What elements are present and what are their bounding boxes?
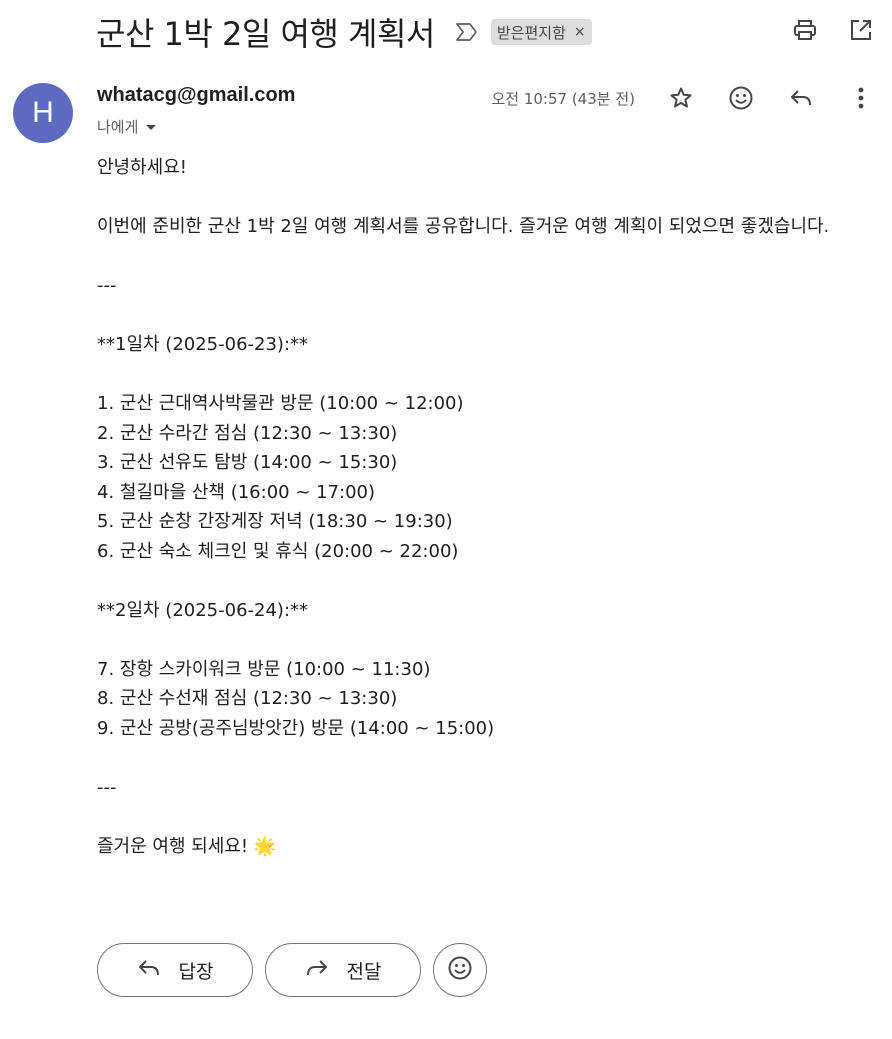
email-subject: 군산 1박 2일 여행 계획서 (96, 15, 435, 53)
day2-header: **2일차 (2025-06-24):** (97, 599, 309, 621)
forward-icon (305, 958, 329, 983)
more-vert-icon[interactable] (848, 85, 874, 111)
body-intro: 이번에 준비한 군산 1박 2일 여행 계획서를 공유합니다. 즐거운 여행 계… (97, 216, 830, 237)
star-icon[interactable] (668, 85, 694, 111)
list-item: 9. 군산 공방(공주님방앗간) 방문 (14:00 ~ 15:00) (97, 717, 495, 739)
label-chip-text: 받은편지함 (496, 23, 566, 42)
recipient-label: 나에게 (97, 118, 139, 136)
list-item: 6. 군산 숙소 체크인 및 휴식 (20:00 ~ 22:00) (97, 540, 459, 562)
body-greeting: 안녕하세요! (97, 157, 188, 178)
remove-label-button[interactable]: × (574, 24, 586, 40)
forward-button-label: 전달 (346, 960, 382, 983)
list-item: 5. 군산 순창 간장게장 저녁 (18:30 ~ 19:30) (97, 511, 453, 532)
list-item: 8. 군산 수선재 점심 (12:30 ~ 13:30) (97, 688, 398, 709)
open-in-new-window-icon[interactable] (848, 17, 874, 43)
reply-icon[interactable] (788, 85, 814, 111)
reply-icon (137, 958, 161, 983)
day1-header: **1일차 (2025-06-23):** (97, 334, 309, 355)
subject-row: 군산 1박 2일 여행 계획서 받은편지함 × (96, 8, 592, 56)
sender-email[interactable]: whatacg@gmail.com (97, 84, 295, 107)
recipient-details-toggle[interactable]: 나에게 (97, 116, 157, 137)
list-item: 3. 군산 선유도 탐방 (14:00 ~ 15:30) (97, 452, 398, 473)
body-divider: --- (97, 275, 117, 296)
list-item: 7. 장항 스카이워크 방문 (10:00 ~ 11:30) (97, 658, 431, 680)
body-divider: --- (97, 776, 117, 798)
emoji-reaction-icon (447, 955, 473, 985)
forward-button[interactable]: 전달 (265, 943, 421, 997)
reply-button-label: 답장 (178, 960, 214, 983)
important-marker-icon[interactable] (455, 20, 479, 44)
emoji-reaction-icon[interactable] (728, 85, 754, 111)
sender-avatar[interactable]: H (13, 83, 73, 143)
reply-button[interactable]: 답장 (97, 943, 253, 997)
print-icon[interactable] (792, 17, 818, 43)
list-item: 4. 철길마을 산책 (16:00 ~ 17:00) (97, 481, 376, 503)
thread-toolbar (792, 17, 874, 43)
emoji-reaction-button[interactable] (433, 943, 487, 997)
message-actions (668, 85, 874, 111)
list-item: 2. 군산 수라간 점심 (12:30 ~ 13:30) (97, 422, 398, 444)
reply-actions: 답장 전달 (97, 943, 487, 997)
list-item: 1. 군산 근대역사박물관 방문 (10:00 ~ 12:00) (97, 393, 464, 414)
label-chip-inbox: 받은편지함 × (490, 19, 592, 45)
message-timestamp: 오전 10:57 (43분 전) (491, 90, 635, 108)
message-body: 안녕하세요! 이번에 준비한 군산 1박 2일 여행 계획서를 공유합니다. 즐… (97, 153, 867, 861)
body-closing: 즐거운 여행 되세요! 🌟 (97, 835, 277, 857)
chevron-down-icon (146, 125, 157, 130)
